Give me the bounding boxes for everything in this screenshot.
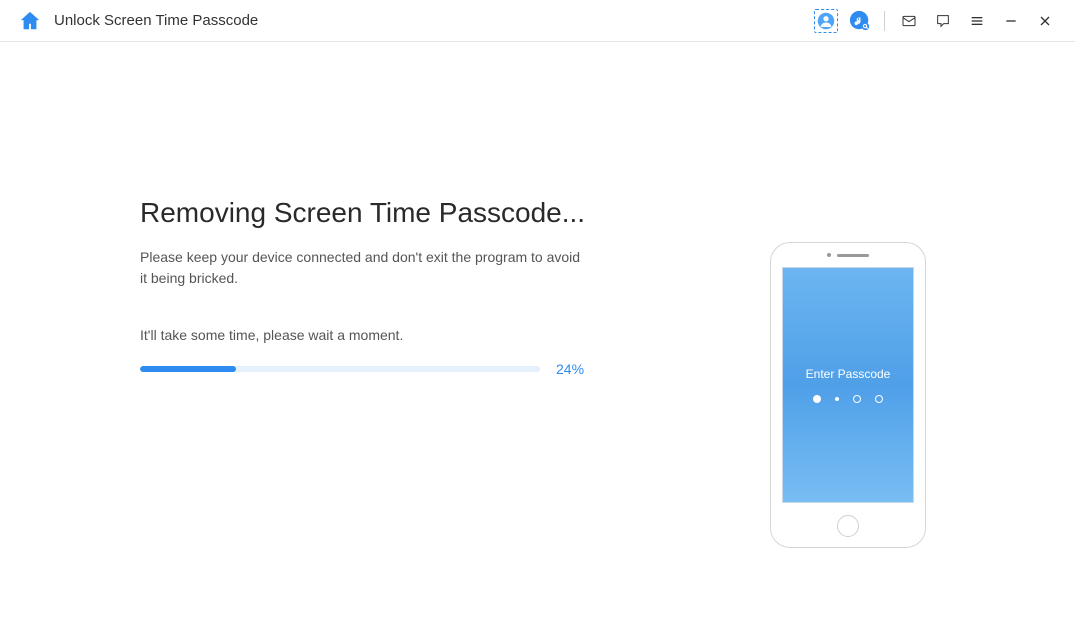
home-icon — [19, 10, 41, 32]
passcode-dot — [875, 395, 883, 403]
description-text: Please keep your device connected and do… — [140, 247, 590, 289]
header-right — [814, 9, 1057, 33]
music-search-icon — [849, 10, 871, 32]
passcode-dot — [853, 395, 861, 403]
account-icon — [817, 12, 835, 30]
header-divider — [884, 11, 885, 31]
account-button[interactable] — [814, 9, 838, 33]
progress-bar — [140, 366, 540, 372]
header-bar: Unlock Screen Time Passcode — [0, 0, 1075, 42]
page-title: Unlock Screen Time Passcode — [54, 12, 258, 29]
passcode-dot — [813, 395, 821, 403]
header-left: Unlock Screen Time Passcode — [18, 9, 258, 33]
progress-fill — [140, 366, 236, 372]
phone-section: Enter Passcode — [640, 197, 926, 548]
passcode-dot — [835, 397, 839, 401]
phone-top — [771, 253, 925, 257]
wait-text: It'll take some time, please wait a mome… — [140, 327, 640, 343]
minimize-icon — [1003, 13, 1019, 29]
music-search-button[interactable] — [848, 9, 872, 33]
chat-icon — [935, 13, 951, 29]
main-title: Removing Screen Time Passcode... — [140, 197, 640, 229]
passcode-dots — [813, 395, 883, 403]
mail-button[interactable] — [897, 9, 921, 33]
close-button[interactable] — [1033, 9, 1057, 33]
text-section: Removing Screen Time Passcode... Please … — [0, 197, 640, 548]
minimize-button[interactable] — [999, 9, 1023, 33]
progress-row: 24% — [140, 361, 640, 377]
phone-screen-text: Enter Passcode — [806, 367, 891, 381]
phone-illustration: Enter Passcode — [770, 242, 926, 548]
phone-speaker — [837, 254, 869, 257]
menu-button[interactable] — [965, 9, 989, 33]
home-button[interactable] — [18, 9, 42, 33]
menu-icon — [969, 13, 985, 29]
progress-percent: 24% — [556, 361, 584, 377]
mail-icon — [901, 13, 917, 29]
main-content: Removing Screen Time Passcode... Please … — [0, 42, 1075, 548]
close-icon — [1037, 13, 1053, 29]
phone-home-button — [837, 515, 859, 537]
chat-button[interactable] — [931, 9, 955, 33]
phone-screen: Enter Passcode — [782, 267, 914, 503]
phone-camera — [827, 253, 831, 257]
